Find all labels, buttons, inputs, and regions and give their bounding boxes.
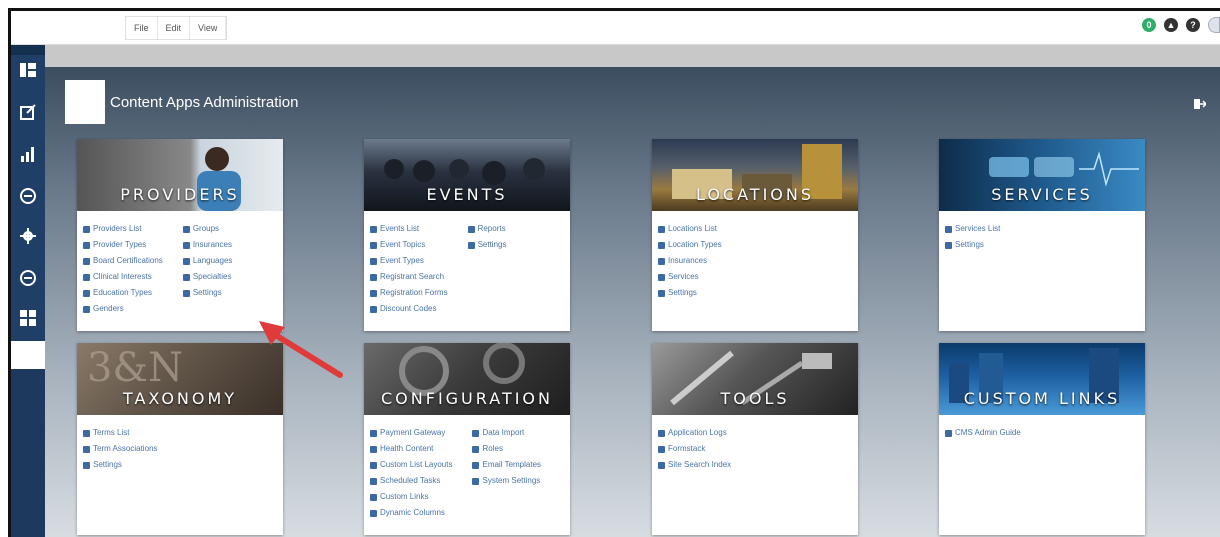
services-card: SERVICES Services List Settings [939, 139, 1145, 331]
taxonomy-banner: 3&N TAXONOMY [77, 343, 283, 415]
menu-edit[interactable]: Edit [158, 17, 191, 39]
link-education-types[interactable]: Education Types [83, 285, 163, 301]
link-specialties[interactable]: Specialties [182, 269, 233, 285]
link-health-content[interactable]: Health Content [370, 441, 452, 457]
analytics-icon[interactable] [17, 143, 39, 165]
services-banner: SERVICES [939, 139, 1145, 211]
link-taxonomy-settings[interactable]: Settings [83, 457, 157, 473]
link-roles[interactable]: Roles [472, 441, 541, 457]
link-discount-codes[interactable]: Discount Codes [370, 301, 448, 317]
settings-gear-icon[interactable] [17, 225, 39, 247]
dashboard-icon[interactable] [17, 59, 39, 81]
events-card: EVENTS Events List Event Topics Event Ty… [364, 139, 570, 331]
events-title: EVENTS [426, 185, 508, 204]
link-location-types[interactable]: Location Types [658, 237, 722, 253]
link-email-templates[interactable]: Email Templates [472, 457, 541, 473]
providers-card: PROVIDERS Providers List Provider Types … [77, 139, 283, 331]
link-languages[interactable]: Languages [182, 253, 232, 269]
link-data-import[interactable]: Data Import [472, 425, 541, 441]
logout-icon[interactable] [1194, 96, 1208, 109]
apps-grid-icon[interactable] [17, 307, 39, 329]
link-application-logs[interactable]: Application Logs [658, 425, 731, 441]
annotation-arrow [259, 321, 343, 378]
top-bar: File Edit View 0 ▲ ? [11, 11, 1220, 45]
taxonomy-card: 3&N TAXONOMY Terms List Term Association… [77, 343, 283, 535]
status-icon[interactable]: 0 [1142, 18, 1156, 32]
link-custom-list-layouts[interactable]: Custom List Layouts [370, 457, 452, 473]
link-reports[interactable]: Reports [467, 221, 507, 237]
link-custom-links[interactable]: Custom Links [370, 489, 452, 505]
svg-text:3&N: 3&N [87, 345, 183, 391]
link-scheduled-tasks[interactable]: Scheduled Tasks [370, 473, 452, 489]
link-board-certifications[interactable]: Board Certifications [83, 253, 163, 269]
link-registration-forms[interactable]: Registration Forms [370, 285, 448, 301]
link-event-settings[interactable]: Settings [467, 237, 506, 253]
link-service-settings[interactable]: Settings [945, 237, 1000, 253]
configuration-card: CONFIGURATION Payment Gateway Health Con… [364, 343, 570, 535]
providers-banner: PROVIDERS [77, 139, 283, 211]
link-dynamic-columns[interactable]: Dynamic Columns [370, 505, 452, 521]
locations-banner: LOCATIONS [652, 139, 858, 211]
link-locations-list[interactable]: Locations List [658, 221, 722, 237]
taxonomy-title: TAXONOMY [122, 389, 238, 408]
link-event-topics[interactable]: Event Topics [370, 237, 448, 253]
menu-bar: File Edit View [125, 16, 228, 40]
link-providers-list[interactable]: Providers List [83, 221, 163, 237]
tools-banner: TOOLS [652, 343, 858, 415]
link-site-search-index[interactable]: Site Search Index [658, 457, 731, 473]
sidebar [11, 45, 45, 537]
configuration-banner: CONFIGURATION [364, 343, 570, 415]
locations-title: LOCATIONS [695, 185, 815, 204]
app-window: File Edit View 0 ▲ ? Content Apps Admini… [8, 8, 1220, 537]
page-title: Content Apps Administration [110, 93, 299, 111]
link-clinical-interests[interactable]: Clinical Interests [83, 269, 163, 285]
tools-card: TOOLS Application Logs Formstack Site Se… [652, 343, 858, 535]
custom-links-title: CUSTOM LINKS [963, 389, 1121, 408]
link-location-settings[interactable]: Settings [658, 285, 722, 301]
link-event-types[interactable]: Event Types [370, 253, 448, 269]
services-title: SERVICES [991, 185, 1093, 204]
link-registrant-search[interactable]: Registrant Search [370, 269, 448, 285]
events-banner: EVENTS [364, 139, 570, 211]
configuration-title: CONFIGURATION [381, 389, 553, 408]
link-provider-types[interactable]: Provider Types [83, 237, 163, 253]
tools-title: TOOLS [720, 389, 790, 408]
link-formstack[interactable]: Formstack [658, 441, 731, 457]
page-header: Content Apps Administration [65, 80, 298, 124]
link-location-insurances[interactable]: Insurances [658, 253, 722, 269]
top-icons: 0 ▲ ? [1142, 17, 1220, 33]
main-content: Content Apps Administration PROVIDERS Pr… [45, 45, 1220, 537]
locations-card: LOCATIONS Locations List Location Types … [652, 139, 858, 331]
link-system-settings[interactable]: System Settings [472, 473, 541, 489]
menu-view[interactable]: View [190, 17, 227, 39]
help-icon[interactable]: ? [1186, 18, 1200, 32]
link-events-list[interactable]: Events List [370, 221, 448, 237]
menu-file[interactable]: File [126, 17, 158, 39]
link-provider-settings[interactable]: Settings [182, 285, 233, 301]
link-terms-list[interactable]: Terms List [83, 425, 157, 441]
edit-icon[interactable] [17, 101, 39, 123]
link-genders[interactable]: Genders [83, 301, 163, 317]
cloud-upload-icon[interactable]: ▲ [1164, 18, 1178, 32]
avatar[interactable] [1208, 17, 1220, 33]
cdm-icon[interactable] [17, 267, 39, 289]
app-logo [65, 80, 105, 124]
custom-links-card: CUSTOM LINKS CMS Admin Guide [939, 343, 1145, 535]
custom-links-banner: CUSTOM LINKS [939, 343, 1145, 415]
link-services-list[interactable]: Services List [945, 221, 1000, 237]
providers-title: PROVIDERS [120, 185, 240, 204]
link-term-associations[interactable]: Term Associations [83, 441, 157, 457]
link-cms-admin-guide[interactable]: CMS Admin Guide [945, 425, 1021, 441]
link-location-services[interactable]: Services [658, 269, 722, 285]
link-groups[interactable]: Groups [182, 221, 233, 237]
link-insurances[interactable]: Insurances [182, 237, 233, 253]
link-payment-gateway[interactable]: Payment Gateway [370, 425, 452, 441]
pcd-icon[interactable] [17, 185, 39, 207]
